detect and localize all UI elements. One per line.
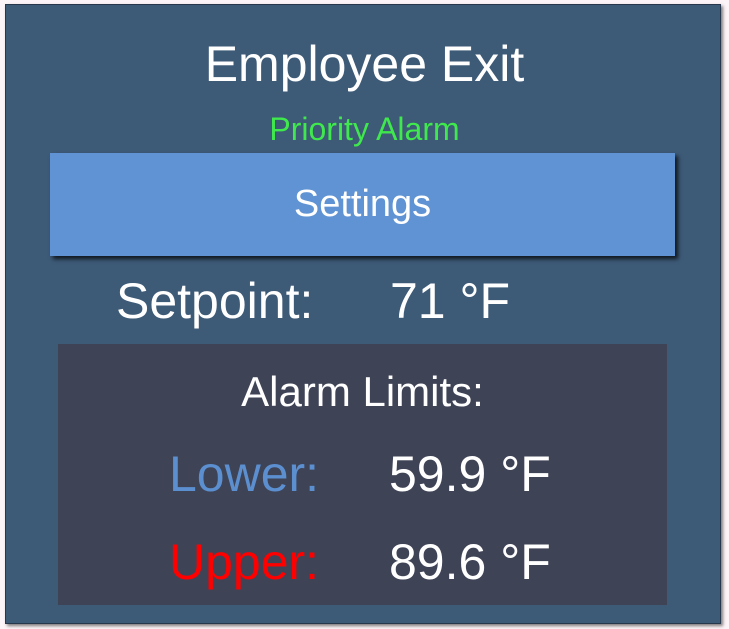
settings-button[interactable]: Settings xyxy=(50,153,675,256)
page-title: Employee Exit xyxy=(204,36,525,92)
setpoint-value: 71 °F xyxy=(390,273,511,329)
priority-status: Priority Alarm xyxy=(269,111,460,147)
lower-limit-value: 59.9 °F xyxy=(389,446,551,502)
upper-limit-value: 89.6 °F xyxy=(389,534,551,590)
lower-limit-label: Lower: xyxy=(169,446,320,502)
alarm-limits-heading: Alarm Limits: xyxy=(241,368,484,415)
upper-limit-label: Upper: xyxy=(169,534,320,590)
setpoint-label: Setpoint: xyxy=(116,273,314,329)
